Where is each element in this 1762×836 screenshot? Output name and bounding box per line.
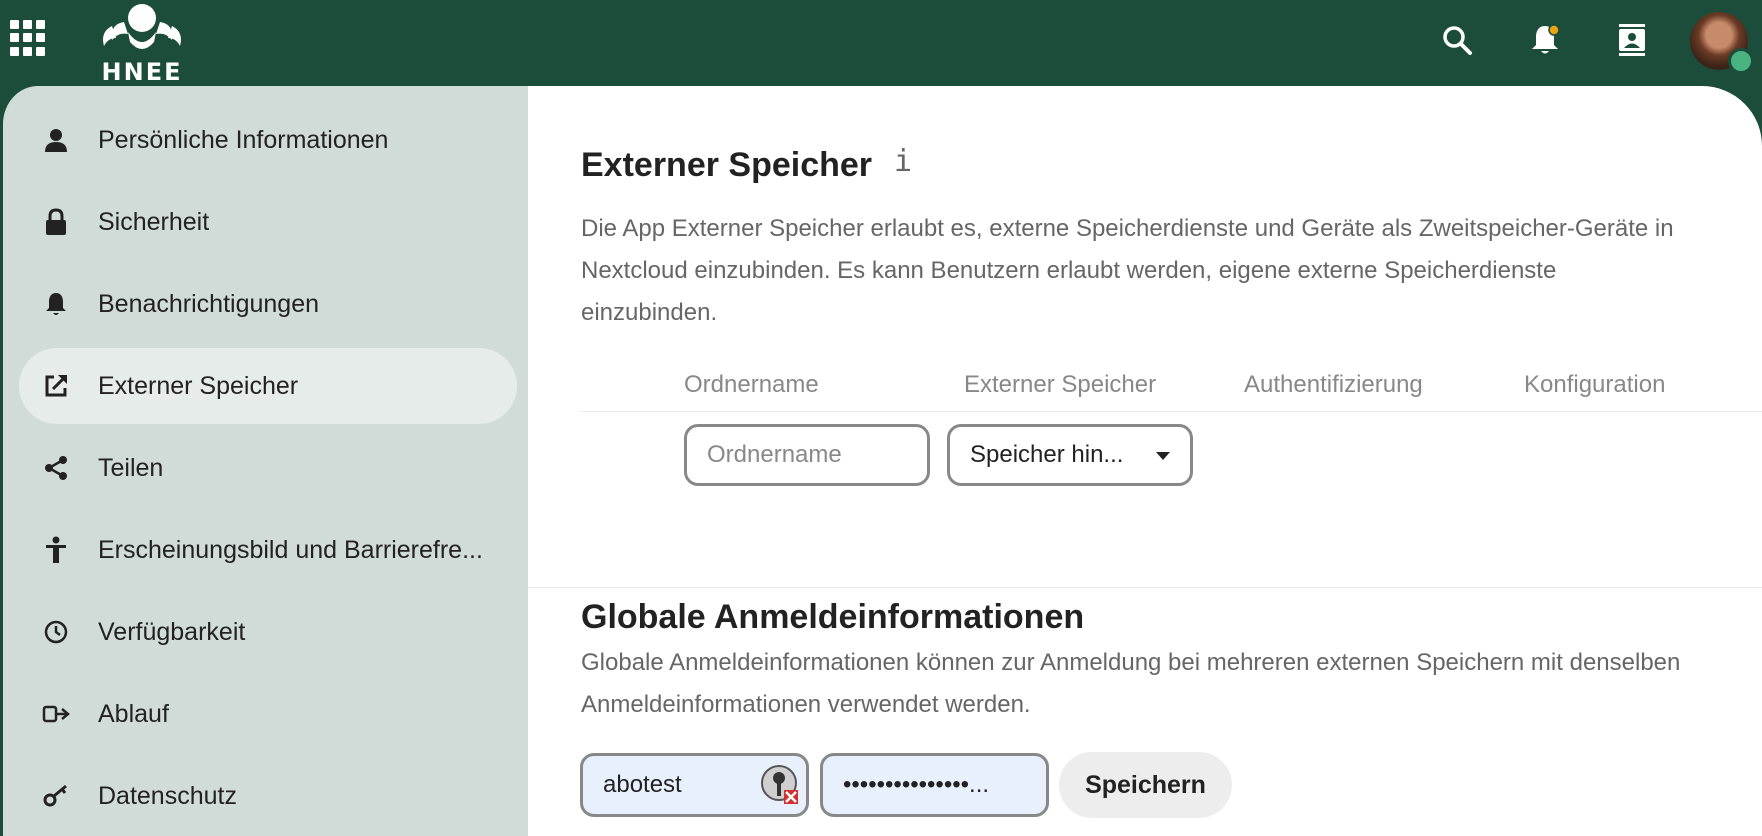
sidebar-item-privacy[interactable]: Datenschutz <box>19 758 517 834</box>
password-value: •••••••••••••••... <box>843 771 990 798</box>
settings-sidebar: Persönliche Informationen Sicherheit Ben… <box>0 86 528 836</box>
sidebar-item-label: Persönliche Informationen <box>98 125 389 154</box>
search-icon[interactable] <box>1437 20 1477 60</box>
username-value: abotest <box>603 771 682 798</box>
top-header: HNEE <box>0 0 1762 86</box>
flow-icon <box>41 699 71 729</box>
app-menu-icon[interactable] <box>10 20 46 56</box>
table-header-divider <box>580 411 1762 412</box>
sidebar-item-external-storage[interactable]: Externer Speicher <box>19 348 517 424</box>
sidebar-item-availability[interactable]: Verfügbarkeit <box>19 594 517 670</box>
sidebar-item-label: Externer Speicher <box>98 371 299 400</box>
share-icon <box>41 453 71 483</box>
column-header-storage: Externer Speicher <box>964 371 1157 398</box>
user-avatar[interactable] <box>1690 12 1754 74</box>
sidebar-item-label: Erscheinungsbild und Barrierefre... <box>98 535 483 564</box>
chevron-down-icon <box>1156 452 1170 460</box>
sidebar-item-label: Benachrichtigungen <box>98 289 319 318</box>
sidebar-item-notifications[interactable]: Benachrichtigungen <box>19 266 517 342</box>
sidebar-item-personal-info[interactable]: Persönliche Informationen <box>19 102 517 178</box>
global-credentials-description: Globale Anmeldeinformationen können zur … <box>581 649 1681 718</box>
key-icon <box>41 781 71 811</box>
contacts-icon[interactable] <box>1612 20 1652 60</box>
save-button[interactable]: Speichern <box>1059 752 1232 818</box>
column-header-folder: Ordnername <box>684 371 819 398</box>
person-icon <box>41 125 71 155</box>
sidebar-item-flow[interactable]: Ablauf <box>19 676 517 752</box>
folder-name-input[interactable]: Ordnername <box>684 424 930 486</box>
logo-text: HNEE <box>101 58 183 86</box>
column-header-configuration: Konfiguration <box>1524 371 1666 398</box>
sidebar-item-appearance[interactable]: Erscheinungsbild und Barrierefre... <box>19 512 517 588</box>
online-status-badge <box>1728 48 1754 74</box>
info-icon[interactable]: i <box>894 144 912 179</box>
external-storage-title: Externer Speicher <box>581 146 873 184</box>
section-divider <box>528 587 1762 588</box>
sidebar-item-label: Datenschutz <box>98 781 237 810</box>
lock-icon <box>41 207 71 237</box>
password-manager-icon[interactable] <box>760 764 800 804</box>
sidebar-item-label: Ablauf <box>98 699 169 728</box>
notifications-icon[interactable] <box>1525 20 1565 60</box>
global-password-input[interactable]: •••••••••••••••... <box>820 753 1049 817</box>
storage-type-select[interactable]: Speicher hin... <box>947 424 1193 486</box>
logo-mark-icon <box>103 4 181 49</box>
sidebar-item-label: Verfügbarkeit <box>98 617 246 646</box>
external-storage-description: Die App Externer Speicher erlaubt es, ex… <box>581 215 1674 326</box>
global-credentials-title: Globale Anmeldeinformationen <box>581 598 1085 636</box>
sidebar-item-security[interactable]: Sicherheit <box>19 184 517 260</box>
external-link-icon <box>41 371 71 401</box>
main-content: Externer Speicher i Die App Externer Spe… <box>528 86 1762 836</box>
column-header-authentication: Authentifizierung <box>1244 371 1423 398</box>
hnee-logo[interactable]: HNEE <box>98 2 186 86</box>
accessibility-icon <box>41 535 71 565</box>
storage-type-selected: Speicher hin... <box>970 441 1124 468</box>
sidebar-item-label: Teilen <box>98 453 164 482</box>
bell-icon <box>41 289 71 319</box>
global-username-input[interactable]: abotest <box>580 753 809 817</box>
sidebar-item-label: Sicherheit <box>98 207 210 236</box>
sidebar-item-sharing[interactable]: Teilen <box>19 430 517 506</box>
clock-icon <box>41 617 71 647</box>
